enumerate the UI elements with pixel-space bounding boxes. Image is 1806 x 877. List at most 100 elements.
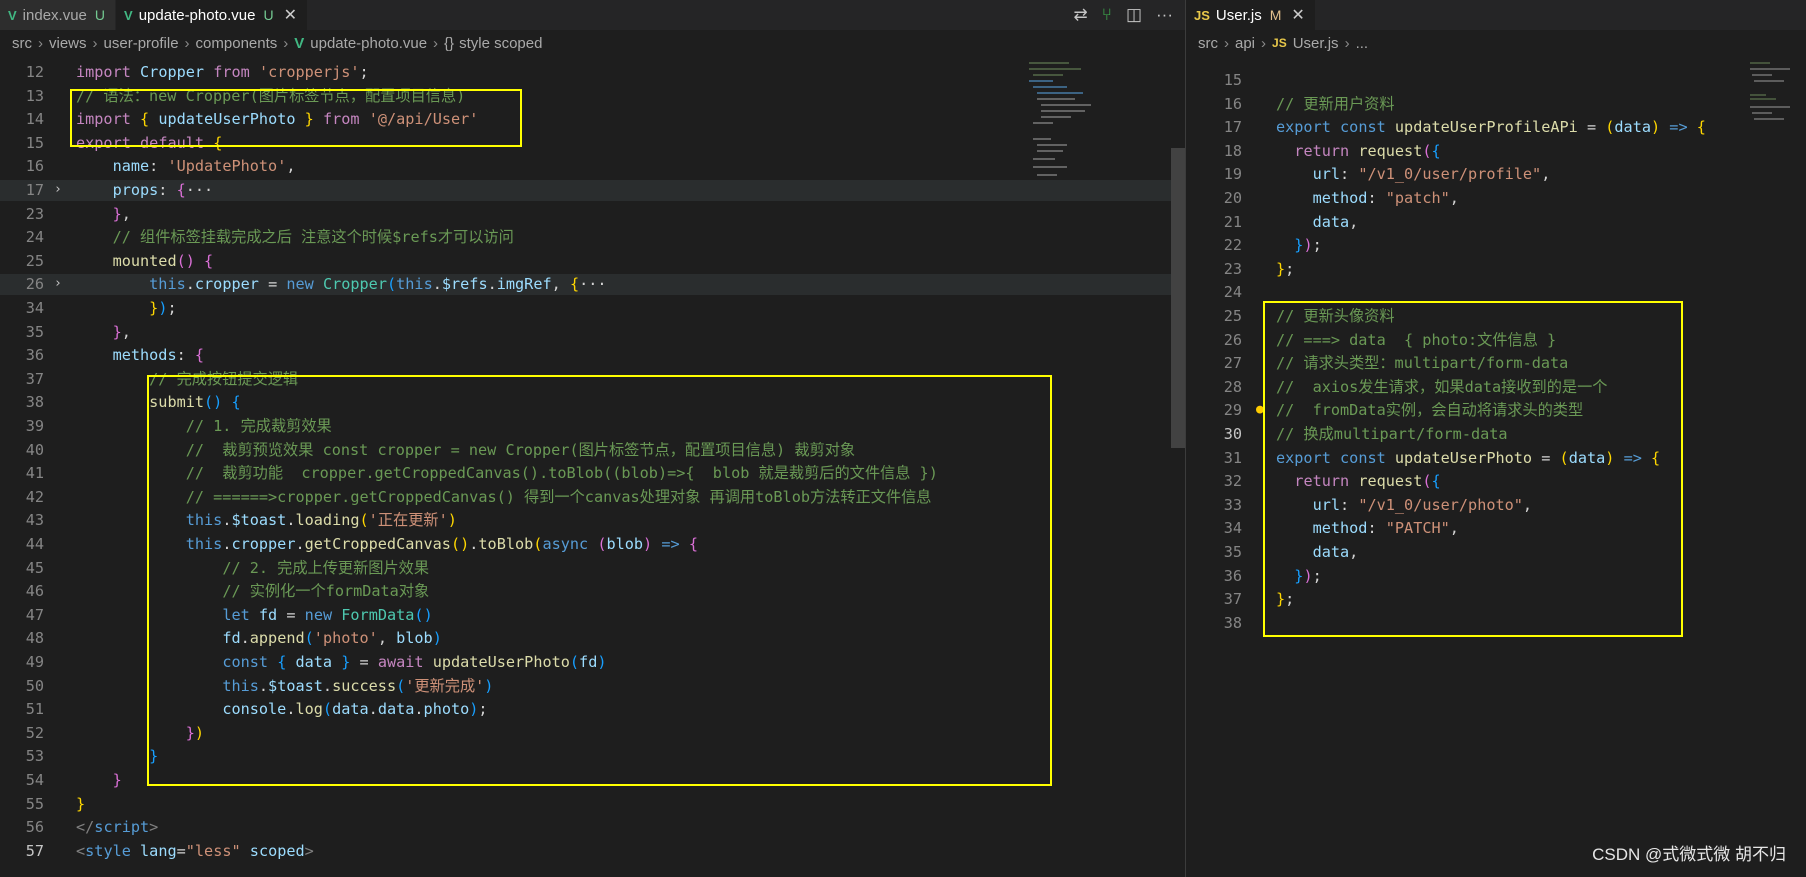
code-line[interactable]: 18 return request({ (1186, 141, 1806, 162)
code-line[interactable]: 45 // 2. 完成上传更新图片效果 (0, 558, 1185, 579)
lightbulb-icon[interactable]: ● (1256, 400, 1264, 421)
close-icon[interactable]: ✕ (284, 5, 297, 25)
breadcrumb-item[interactable]: ... (1356, 35, 1369, 52)
breadcrumb-item[interactable]: user-profile (104, 35, 179, 52)
code-line[interactable]: 52 }) (0, 723, 1185, 744)
code-line[interactable]: 15 (1186, 70, 1806, 91)
code-line[interactable]: 41 // 裁剪功能 cropper.getCroppedCanvas().to… (0, 463, 1185, 484)
code-line[interactable]: 21 data, (1186, 212, 1806, 233)
breadcrumb-item[interactable]: update-photo.vue (310, 35, 427, 52)
compare-changes-icon[interactable]: ⇄ (1074, 5, 1088, 25)
line-number: 17 (1223, 118, 1242, 137)
code-line[interactable]: 36 }); (1186, 566, 1806, 587)
tab-user-js[interactable]: JS User.js M ✕ (1186, 0, 1316, 30)
code-line[interactable]: 14 import { updateUserPhoto } from '@/api… (0, 109, 1185, 130)
code-line[interactable]: 24 // 组件标签挂载完成之后 注意这个时候$refs才可以访问 (0, 227, 1185, 248)
code-line[interactable]: 19 url: "/v1_0/user/profile", (1186, 164, 1806, 185)
scrollbar-thumb[interactable] (1171, 148, 1185, 448)
code-line[interactable]: 25 // 更新头像资料 (1186, 306, 1806, 327)
git-branch-icon[interactable]: ⑂ (1102, 5, 1112, 25)
code-line[interactable]: 17 › props: {··· (0, 180, 1185, 201)
code-text: }) (185, 723, 205, 742)
git-status-badge: U (94, 7, 106, 23)
git-status-badge: M (1269, 7, 1282, 23)
code-line[interactable]: 48 fd.append('photo', blob) (0, 628, 1185, 649)
code-line[interactable]: 44 this.cropper.getCroppedCanvas().toBlo… (0, 534, 1185, 555)
code-line[interactable]: 30 // 换成multipart/form-data (1186, 424, 1806, 445)
code-text: // 实例化一个formData对象 (222, 582, 430, 601)
code-line[interactable]: 37}; (1186, 589, 1806, 610)
more-actions-icon[interactable]: ··· (1156, 5, 1173, 25)
code-line[interactable]: 12 import Cropper from 'cropperjs'; (0, 62, 1185, 83)
code-line[interactable]: 22 }); (1186, 235, 1806, 256)
line-number: 24 (1223, 283, 1242, 302)
code-line[interactable]: 43 this.$toast.loading('正在更新') (0, 510, 1185, 531)
code-text: // 更新用户资料 (1276, 94, 1395, 113)
line-number: 46 (25, 582, 44, 601)
code-line[interactable]: 15 export default { (0, 133, 1185, 154)
code-line[interactable]: 54 } (0, 770, 1185, 791)
code-line[interactable]: 53 } (0, 746, 1185, 767)
chevron-right-icon: › (38, 34, 43, 52)
code-line[interactable]: 55} (0, 794, 1185, 815)
code-line[interactable]: 47 let fd = new FormData() (0, 605, 1185, 626)
code-line[interactable]: 31 export const updateUserPhoto = (data) … (1186, 448, 1806, 469)
code-line[interactable]: 40 // 裁剪预览效果 const cropper = new Cropper… (0, 440, 1185, 461)
tab-update-photo-vue[interactable]: V update-photo.vue U ✕ (116, 0, 308, 30)
code-line[interactable]: 16 name: 'UpdatePhoto', (0, 156, 1185, 177)
code-line[interactable]: 20 method: "patch", (1186, 188, 1806, 209)
code-line[interactable]: 28 // axios发生请求，如果data接收到的是一个 (1186, 377, 1806, 398)
code-line[interactable]: 26 // ===> data { photo:文件信息 } (1186, 330, 1806, 351)
code-line[interactable]: 16 // 更新用户资料 (1186, 94, 1806, 115)
code-line[interactable]: 49 const { data } = await updateUserPhot… (0, 652, 1185, 673)
code-line[interactable]: 23}; (1186, 259, 1806, 280)
code-line[interactable]: 35 }, (0, 322, 1185, 343)
code-line[interactable]: 42 // ======>cropper.getCroppedCanvas() … (0, 487, 1185, 508)
code-line[interactable]: 32 return request({ (1186, 471, 1806, 492)
code-line[interactable]: 29 ● // fromData实例，会自动将请求头的类型 (1186, 400, 1806, 421)
line-number: 53 (25, 747, 44, 766)
code-line[interactable]: 33 url: "/v1_0/user/photo", (1186, 495, 1806, 516)
code-text: // ======>cropper.getCroppedCanvas() 得到一… (185, 487, 932, 506)
line-number: 36 (25, 346, 44, 365)
code-line[interactable]: 25 mounted() { (0, 251, 1185, 272)
split-editor-icon[interactable]: ◫ (1126, 5, 1142, 25)
code-line[interactable]: 50 this.$toast.success('更新完成') (0, 676, 1185, 697)
code-line[interactable]: 37 // 完成按钮提交逻辑 (0, 369, 1185, 390)
code-line[interactable]: 57 <style lang="less" scoped> (0, 841, 1185, 862)
line-number: 18 (1223, 141, 1242, 160)
code-line[interactable]: 24 (1186, 282, 1806, 303)
tab-index-vue[interactable]: V index.vue U (0, 0, 117, 30)
code-line[interactable]: 46 // 实例化一个formData对象 (0, 581, 1185, 602)
code-line[interactable]: 26 › this.cropper = new Cropper(this.$ref… (0, 274, 1185, 295)
code-line[interactable]: 36 methods: { (0, 345, 1185, 366)
code-line[interactable]: 56 </script> (0, 817, 1185, 838)
breadcrumb-item[interactable]: style scoped (459, 35, 542, 52)
code-line[interactable]: 39 // 1. 完成裁剪效果 (0, 416, 1185, 437)
code-line[interactable]: 13 // 语法：new Cropper(图片标签节点，配置项目信息) (0, 86, 1185, 107)
fold-chevron-icon[interactable]: › (54, 180, 62, 201)
vertical-scrollbar[interactable] (1171, 58, 1185, 877)
code-editor[interactable]: 15 16 // 更新用户资料 17 export const updateUserPr… (1186, 58, 1806, 877)
code-line[interactable]: 27 // 请求头类型：multipart/form-data (1186, 353, 1806, 374)
code-line[interactable]: 34 }); (0, 298, 1185, 319)
breadcrumb-item[interactable]: components (196, 35, 278, 52)
breadcrumb-item[interactable]: src (12, 35, 32, 52)
minimap[interactable] (1748, 58, 1796, 128)
code-line[interactable]: 23 }, (0, 204, 1185, 225)
minimap[interactable] (1027, 58, 1097, 218)
code-editor[interactable]: 12 import Cropper from 'cropperjs'; 13 // 语… (0, 58, 1185, 877)
close-icon[interactable]: ✕ (1291, 5, 1304, 25)
code-line[interactable]: 38 (1186, 613, 1806, 634)
breadcrumb-item[interactable]: User.js (1293, 35, 1339, 52)
line-number: 49 (25, 653, 44, 671)
breadcrumb-item[interactable]: views (49, 35, 87, 52)
breadcrumb-item[interactable]: api (1235, 35, 1255, 52)
code-line[interactable]: 38 submit() { (0, 392, 1185, 413)
breadcrumb-item[interactable]: src (1198, 35, 1218, 52)
code-line[interactable]: 51 console.log(data.data.photo); (0, 699, 1185, 720)
code-line[interactable]: 35 data, (1186, 542, 1806, 563)
fold-chevron-icon[interactable]: › (54, 274, 62, 295)
code-line[interactable]: 34 method: "PATCH", (1186, 518, 1806, 539)
code-line[interactable]: 17 export const updateUserProfileAPi = (d… (1186, 117, 1806, 138)
